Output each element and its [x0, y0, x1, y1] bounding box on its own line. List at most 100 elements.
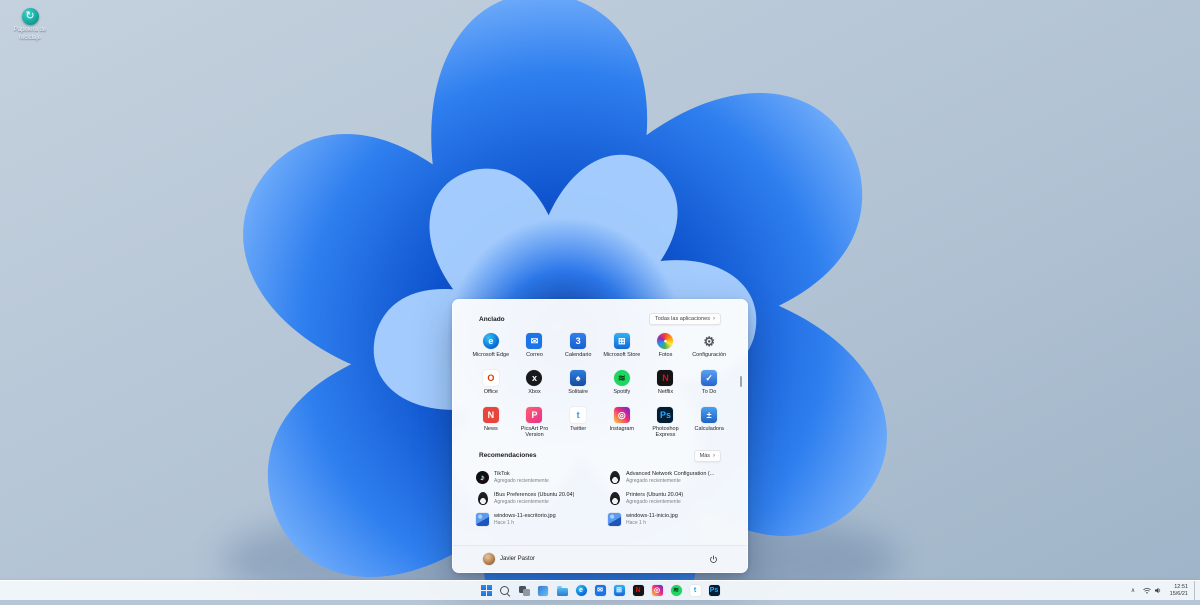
taskbar-start-button[interactable] [479, 584, 493, 598]
recommended-title: IBus Preferences (Ubuntu 20.04) [494, 492, 574, 499]
taskbar-search-button[interactable] [498, 584, 512, 598]
taskbar-widgets-button[interactable] [536, 584, 550, 598]
pinned-section-title: Anclado [479, 316, 505, 323]
start-menu-footer: Javier Pastor [453, 545, 747, 572]
recommended-subtitle: Agregado recientemente [494, 499, 574, 505]
more-button[interactable]: Más › [694, 450, 721, 462]
pinned-app-label: Configuración [692, 352, 726, 359]
recommended-printers-ubuntu[interactable]: Printers (Ubuntu 20.04)Agregado reciente… [605, 490, 727, 508]
task-view-icon [519, 586, 530, 596]
recommended-windows-11-file-2[interactable]: windows-11-inicio.jpgHace 1 h [605, 511, 727, 529]
pinned-app-fotos[interactable]: • Fotos [644, 330, 688, 364]
recommended-title: windows-11-escritorio.jpg [494, 513, 556, 520]
pinned-app-label: Spotify [613, 389, 630, 396]
tux-icon [610, 471, 620, 484]
instagram-icon: ◎ [614, 407, 630, 423]
pinned-app-label: Office [484, 389, 498, 396]
recommended-text: Printers (Ubuntu 20.04)Agregado reciente… [626, 492, 683, 505]
taskbar-file-explorer-button[interactable] [555, 584, 569, 598]
recommended-ibus-preferences[interactable]: IBus Preferences (Ubuntu 20.04)Agregado … [473, 490, 595, 508]
calendario-icon: 3 [570, 333, 586, 349]
network-volume-group[interactable] [1141, 586, 1164, 595]
news-icon: N [483, 407, 499, 423]
recommended-tiktok[interactable]: ♪TikTokAgregado recientemente [473, 469, 595, 487]
pinned-app-label: Xbox [528, 389, 541, 396]
pinned-app-label: Solitaire [568, 389, 588, 396]
pinned-app-to-do[interactable]: ✓To Do [687, 367, 731, 401]
spotify-icon: ≋ [671, 585, 682, 596]
pinned-apps-grid: eMicrosoft Edge✉Correo3Calendario ⊞ Micros… [467, 330, 733, 441]
pinned-app-correo[interactable]: ✉Correo [513, 330, 557, 364]
recommended-title: Printers (Ubuntu 20.04) [626, 492, 683, 499]
pinned-app-instagram[interactable]: ◎ Instagram [600, 404, 644, 441]
taskbar-instagram-button[interactable]: ◎ [650, 584, 664, 598]
taskbar: e ✉ ⊞ N ◎ ≋ t Ps ∧ 12:51 15/6/21 [0, 580, 1200, 600]
pinned-app-calculadora[interactable]: ±Calculadora [687, 404, 731, 441]
fotos-icon: • [657, 333, 673, 349]
taskbar-spotify-button[interactable]: ≋ [669, 584, 683, 598]
recommended-subtitle: Agregado recientemente [494, 478, 549, 484]
microsoft-store-icon: ⊞ [614, 333, 630, 349]
pinned-app-label: Netflix [658, 389, 673, 396]
more-label: Más [700, 453, 710, 459]
pinned-app-twitter[interactable]: tTwitter [556, 404, 600, 441]
all-apps-button[interactable]: Todas las aplicaciones › [649, 313, 721, 325]
pinned-header-row: Anclado Todas las aplicaciones › [467, 310, 733, 330]
recommended-text: windows-11-inicio.jpgHace 1 h [626, 513, 678, 526]
to-do-icon: ✓ [701, 370, 717, 386]
widgets-icon [538, 586, 548, 596]
pinned-app-microsoft-store[interactable]: ⊞ Microsoft Store [600, 330, 644, 364]
desktop-icon-recycle-bin[interactable]: ↻ Papelera de reciclaje [4, 6, 56, 42]
recommended-subtitle: Agregado recientemente [626, 499, 683, 505]
pinned-app-label: Microsoft Store [603, 352, 640, 359]
pinned-app-picsart[interactable]: P PicsArt Pro Version [513, 404, 557, 441]
spotify-icon: ≋ [614, 370, 630, 386]
pinned-app-solitaire[interactable]: ♠Solitaire [556, 367, 600, 401]
correo-icon: ✉ [595, 585, 606, 596]
pinned-app-netflix[interactable]: NNetflix [644, 367, 688, 401]
pinned-app-photoshop-express[interactable]: PsPhotoshop Express [644, 404, 688, 441]
instagram-icon: ◎ [652, 585, 663, 596]
taskbar-microsoft-store-button[interactable]: ⊞ [612, 584, 626, 598]
configuracion-icon: ⚙ [701, 333, 717, 349]
recommended-advanced-network-configuration[interactable]: Advanced Network Configuration (...Agreg… [605, 469, 727, 487]
pinned-app-spotify[interactable]: ≋ Spotify [600, 367, 644, 401]
pinned-app-configuracion[interactable]: ⚙ Configuración [687, 330, 731, 364]
pinned-app-label: Correo [526, 352, 543, 359]
pinned-scrollbar[interactable] [740, 376, 742, 387]
pinned-app-news[interactable]: NNews [469, 404, 513, 441]
recommended-subtitle: Hace 1 h [626, 520, 678, 526]
recycle-bin-label: Papelera de reciclaje [4, 27, 56, 42]
pinned-app-label: Instagram [610, 426, 634, 433]
twitter-icon: t [570, 407, 586, 423]
microsoft-store-icon: ⊞ [614, 585, 625, 596]
pinned-app-microsoft-edge[interactable]: eMicrosoft Edge [469, 330, 513, 364]
recommended-windows-11-file-1[interactable]: windows-11-escritorio.jpgHace 1 h [473, 511, 595, 529]
pinned-app-label: PicsArt Pro Version [514, 426, 556, 439]
pinned-app-xbox[interactable]: xXbox [513, 367, 557, 401]
show-desktop-button[interactable] [1194, 581, 1197, 600]
taskbar-edge-button[interactable]: e [574, 584, 588, 598]
recommended-text: IBus Preferences (Ubuntu 20.04)Agregado … [494, 492, 574, 505]
taskbar-netflix-button[interactable]: N [631, 584, 645, 598]
wifi-icon [1143, 587, 1151, 594]
recommended-header-row: Recomendaciones Más › [467, 447, 733, 467]
user-profile-button[interactable]: Javier Pastor [479, 551, 539, 567]
taskbar-twitter-button[interactable]: t [688, 584, 702, 598]
power-button[interactable] [705, 551, 721, 567]
taskbar-task-view-button[interactable] [517, 584, 531, 598]
taskbar-photoshop-express-button[interactable]: Ps [707, 584, 721, 598]
user-avatar [483, 553, 495, 565]
picsart-icon: P [526, 407, 542, 423]
pinned-app-label: Fotos [659, 352, 673, 359]
pinned-app-calendario[interactable]: 3Calendario [556, 330, 600, 364]
recommended-grid: ♪TikTokAgregado recientemente Advanced Ne… [467, 467, 733, 529]
taskbar-correo-button[interactable]: ✉ [593, 584, 607, 598]
start-icon [481, 585, 492, 596]
pinned-app-office[interactable]: OOffice [469, 367, 513, 401]
pinned-app-label: Photoshop Express [645, 426, 687, 439]
image-icon [608, 513, 621, 526]
tray-chevron-up-icon[interactable]: ∧ [1129, 588, 1137, 594]
pinned-app-label: Microsoft Edge [472, 352, 509, 359]
taskbar-clock[interactable]: 12:51 15/6/21 [1168, 584, 1190, 598]
